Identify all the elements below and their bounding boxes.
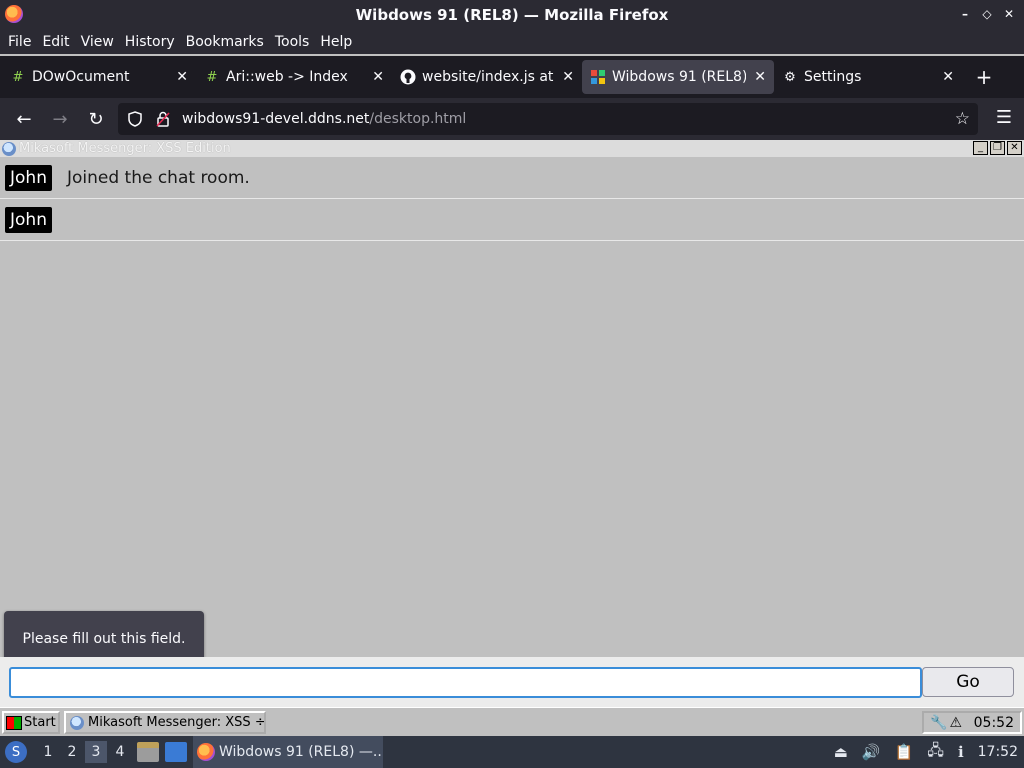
chat-message: John	[0, 199, 1024, 241]
workspace-1[interactable]: 1	[37, 741, 59, 763]
taskbar-messenger-button[interactable]: Mikasoft Messenger: XSS ÷	[64, 711, 266, 734]
app-titlebar: Mikasoft Messenger: XSS Edition _ ❐ ✕	[0, 140, 1024, 157]
start-button[interactable]: Start	[2, 711, 60, 734]
close-tab-icon[interactable]: ✕	[176, 69, 188, 85]
new-tab-button[interactable]: +	[966, 60, 1002, 94]
close-tab-icon[interactable]: ✕	[562, 69, 574, 85]
chat-message-input[interactable]	[9, 667, 922, 698]
shield-icon[interactable]	[124, 111, 146, 127]
eject-icon[interactable]: ⏏	[834, 743, 848, 761]
panel-tray: ⏏ 🔊 📋 🖧 ℹ 17:52	[834, 736, 1024, 768]
tab-label: website/index.js at te	[422, 69, 554, 85]
message-username: John	[5, 164, 52, 191]
hash-icon: #	[206, 69, 218, 85]
reload-icon: ↻	[88, 108, 104, 130]
bookmark-star-icon[interactable]: ☆	[955, 109, 970, 129]
close-tab-icon[interactable]: ✕	[942, 69, 954, 85]
messenger-icon	[2, 141, 16, 156]
tab-settings[interactable]: ⚙ Settings ✕	[774, 60, 962, 94]
menu-tools[interactable]: Tools	[271, 34, 314, 50]
panel-task-label: Wibdows 91 (REL8) —...	[219, 744, 383, 760]
menu-view[interactable]: View	[77, 34, 118, 50]
url-host: wibdows91-devel.ddns.net	[182, 111, 370, 127]
tab-ari-web[interactable]: # Ari::web -> Index ✕	[196, 60, 392, 94]
tab-label: Wibdows 91 (REL8)	[612, 69, 747, 85]
messenger-icon	[70, 715, 84, 730]
back-button[interactable]: ←	[6, 103, 42, 135]
menu-help[interactable]: Help	[316, 34, 356, 50]
insecure-lock-icon[interactable]	[152, 111, 174, 127]
desktop-panel: S 1 2 3 4 Wibdows 91 (REL8) —... ⏏ 🔊 📋 🖧…	[0, 736, 1024, 768]
wibdows-clock: 05:52	[973, 714, 1014, 731]
tab-label: Ari::web -> Index	[226, 69, 348, 85]
app-close-button[interactable]: ✕	[1007, 141, 1022, 155]
app-title: Mikasoft Messenger: XSS Edition	[19, 141, 231, 156]
file-manager-icon[interactable]	[137, 742, 159, 762]
window-title: Wibdows 91 (REL8) — Mozilla Firefox	[355, 6, 669, 24]
workspace-4[interactable]: 4	[109, 741, 131, 763]
menu-file[interactable]: File	[4, 34, 35, 50]
app-minimize-button[interactable]: _	[973, 141, 988, 155]
menu-bar: File Edit View History Bookmarks Tools H…	[0, 30, 1024, 54]
close-tab-icon[interactable]: ✕	[754, 69, 766, 85]
app-restore-button[interactable]: ❐	[990, 141, 1005, 155]
menu-bookmarks[interactable]: Bookmarks	[182, 34, 268, 50]
app-window-controls: _ ❐ ✕	[973, 141, 1022, 155]
menu-history[interactable]: History	[121, 34, 179, 50]
wibdows-icon	[590, 69, 606, 85]
tab-label: Settings	[804, 69, 862, 85]
forward-button[interactable]: →	[42, 103, 78, 135]
window-titlebar: Wibdows 91 (REL8) — Mozilla Firefox – ◇ …	[0, 0, 1024, 30]
maximize-button[interactable]: ◇	[978, 4, 996, 24]
nav-bar: ← → ↻ wibdows91-devel.ddns.net/desktop.h…	[0, 98, 1024, 140]
workspace-3[interactable]: 3	[85, 741, 107, 763]
back-arrow-icon: ←	[16, 108, 32, 130]
chat-message: John Joined the chat room.	[0, 157, 1024, 199]
tab-label: DOwOcument	[32, 69, 130, 85]
volume-icon[interactable]: 🔊	[862, 743, 881, 761]
tab-github-index-js[interactable]: website/index.js at te ✕	[392, 60, 582, 94]
message-username: John	[5, 206, 52, 233]
menu-edit[interactable]: Edit	[38, 34, 73, 50]
windows-flag-icon	[6, 715, 22, 730]
panel-clock: 17:52	[977, 744, 1018, 760]
tab-wibdows-91[interactable]: Wibdows 91 (REL8) ✕	[582, 60, 774, 94]
forward-arrow-icon: →	[52, 108, 68, 130]
hamburger-menu-icon[interactable]: ☰	[996, 107, 1012, 128]
url-bar[interactable]: wibdows91-devel.ddns.net/desktop.html ☆	[118, 103, 978, 135]
url-path: /desktop.html	[369, 111, 467, 127]
close-window-button[interactable]: ✕	[1000, 4, 1018, 24]
page-content: Mikasoft Messenger: XSS Edition _ ❐ ✕ Jo…	[0, 140, 1024, 736]
close-tab-icon[interactable]: ✕	[372, 69, 384, 85]
minimize-button[interactable]: –	[956, 4, 974, 24]
start-label: Start	[24, 715, 56, 730]
reload-button[interactable]: ↻	[78, 103, 114, 135]
warning-icon[interactable]: ⚠	[949, 715, 962, 731]
wrench-icon[interactable]: 🔧	[930, 715, 947, 731]
wibdows-taskbar: Start Mikasoft Messenger: XSS ÷ 🔧 ⚠ 05:5…	[0, 707, 1024, 736]
tab-strip: # DOwOcument ✕ # Ari::web -> Index ✕ web…	[0, 56, 1024, 98]
taskbar-task-label: Mikasoft Messenger: XSS ÷	[88, 715, 266, 730]
network-icon[interactable]: 🖧	[927, 740, 944, 765]
panel-task-firefox[interactable]: Wibdows 91 (REL8) —...	[193, 736, 383, 768]
wibdows-system-tray: 🔧 ⚠ 05:52	[922, 711, 1022, 734]
show-desktop-icon[interactable]	[165, 742, 187, 762]
clipboard-icon[interactable]: 📋	[895, 743, 914, 761]
notification-icon[interactable]: ℹ	[958, 743, 964, 761]
window-controls: – ◇ ✕	[956, 4, 1018, 24]
app-menu-icon[interactable]: S	[5, 741, 27, 763]
go-button[interactable]: Go	[922, 667, 1014, 697]
gear-icon: ⚙	[784, 69, 796, 85]
github-icon	[400, 69, 416, 85]
hash-icon: #	[12, 69, 24, 85]
chat-input-row: Go	[0, 657, 1024, 707]
firefox-logo-icon	[197, 743, 215, 761]
message-text: Joined the chat room.	[66, 167, 250, 188]
workspace-2[interactable]: 2	[61, 741, 83, 763]
tab-dowocument[interactable]: # DOwOcument ✕	[2, 60, 196, 94]
firefox-logo-icon	[5, 5, 23, 23]
